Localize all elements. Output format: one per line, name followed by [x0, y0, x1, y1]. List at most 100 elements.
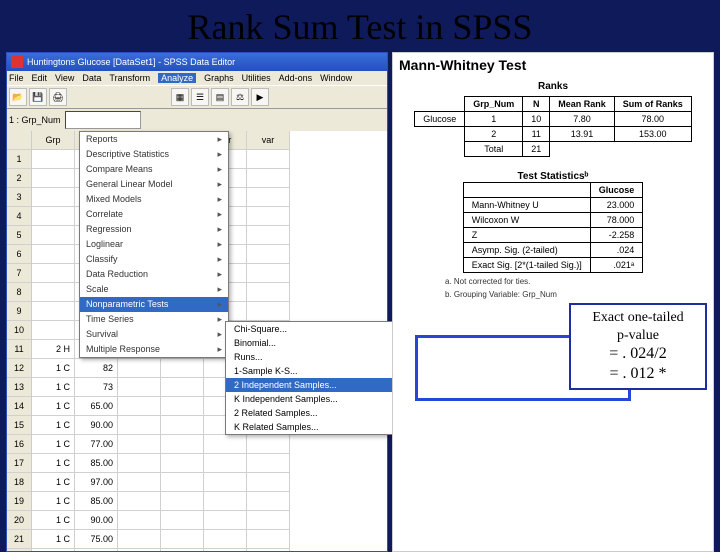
cell[interactable]: [32, 321, 74, 340]
cell[interactable]: 77.00: [75, 435, 117, 454]
cell[interactable]: [247, 435, 289, 454]
submenu-item[interactable]: 1-Sample K-S...: [226, 364, 394, 378]
menu-graphs[interactable]: Graphs: [204, 73, 234, 83]
menu-window[interactable]: Window: [320, 73, 352, 83]
cell[interactable]: [118, 378, 160, 397]
menu-edit[interactable]: Edit: [32, 73, 48, 83]
cell[interactable]: [161, 397, 203, 416]
menu-item[interactable]: Descriptive Statistics▸: [80, 147, 228, 162]
menu-item[interactable]: General Linear Model▸: [80, 177, 228, 192]
cell[interactable]: 2 H: [32, 340, 74, 359]
grid-icon[interactable]: ▤: [211, 88, 229, 106]
cell[interactable]: [161, 454, 203, 473]
cell[interactable]: 1 C: [32, 473, 74, 492]
cell[interactable]: [161, 473, 203, 492]
cell[interactable]: 82: [75, 359, 117, 378]
menu-item[interactable]: Survival▸: [80, 327, 228, 342]
cell[interactable]: [118, 435, 160, 454]
cell[interactable]: [247, 207, 289, 226]
cell[interactable]: [118, 511, 160, 530]
menu-item[interactable]: Correlate▸: [80, 207, 228, 222]
menu-item[interactable]: Data Reduction▸: [80, 267, 228, 282]
scale-icon[interactable]: ⚖: [231, 88, 249, 106]
submenu-item[interactable]: Runs...: [226, 350, 394, 364]
menu-data[interactable]: Data: [82, 73, 101, 83]
menu-item[interactable]: Scale▸: [80, 282, 228, 297]
open-icon[interactable]: 📂: [9, 88, 27, 106]
menu-view[interactable]: View: [55, 73, 74, 83]
cell[interactable]: [118, 416, 160, 435]
menu-item[interactable]: Regression▸: [80, 222, 228, 237]
cell-value-input[interactable]: [65, 111, 141, 129]
menu-transform[interactable]: Transform: [109, 73, 150, 83]
chart-icon[interactable]: ▦: [171, 88, 189, 106]
cell[interactable]: 97.00: [75, 473, 117, 492]
cell[interactable]: [161, 492, 203, 511]
cell[interactable]: 90.00: [75, 416, 117, 435]
submenu-item[interactable]: K Related Samples...: [226, 420, 394, 434]
cell[interactable]: [247, 188, 289, 207]
cell[interactable]: 85.00: [75, 492, 117, 511]
cell[interactable]: [32, 188, 74, 207]
play-icon[interactable]: ▶: [251, 88, 269, 106]
column-header[interactable]: Grp: [32, 131, 74, 150]
cell[interactable]: [161, 416, 203, 435]
menu-utilities[interactable]: Utilities: [242, 73, 271, 83]
cell[interactable]: 1 C: [32, 435, 74, 454]
menu-item[interactable]: Nonparametric Tests▸: [80, 297, 228, 312]
cell[interactable]: 1 C: [32, 454, 74, 473]
cell[interactable]: [161, 359, 203, 378]
cell[interactable]: 65.00: [75, 397, 117, 416]
cell[interactable]: 1 C: [32, 492, 74, 511]
cell[interactable]: [247, 492, 289, 511]
cell[interactable]: [204, 473, 246, 492]
submenu-item[interactable]: 2 Independent Samples...: [226, 378, 394, 392]
menu-item[interactable]: Classify▸: [80, 252, 228, 267]
cell[interactable]: 1 C: [32, 359, 74, 378]
cell[interactable]: 1 C: [32, 378, 74, 397]
submenu-item[interactable]: Binomial...: [226, 336, 394, 350]
cell[interactable]: [32, 264, 74, 283]
menu-item[interactable]: Loglinear▸: [80, 237, 228, 252]
cell[interactable]: [247, 302, 289, 321]
cell[interactable]: [247, 473, 289, 492]
cell[interactable]: [247, 264, 289, 283]
cell[interactable]: [247, 454, 289, 473]
cell[interactable]: 1 C: [32, 416, 74, 435]
cell[interactable]: [118, 397, 160, 416]
menu-item[interactable]: Multiple Response▸: [80, 342, 228, 357]
menu-item[interactable]: Time Series▸: [80, 312, 228, 327]
menu-file[interactable]: File: [9, 73, 24, 83]
bars-icon[interactable]: ☰: [191, 88, 209, 106]
menu-item[interactable]: Mixed Models▸: [80, 192, 228, 207]
cell[interactable]: [204, 454, 246, 473]
submenu-item[interactable]: 2 Related Samples...: [226, 406, 394, 420]
cell[interactable]: [247, 226, 289, 245]
cell[interactable]: [32, 226, 74, 245]
cell[interactable]: [118, 473, 160, 492]
cell[interactable]: [32, 283, 74, 302]
menu-item[interactable]: Compare Means▸: [80, 162, 228, 177]
cell[interactable]: [247, 511, 289, 530]
cell[interactable]: [204, 435, 246, 454]
cell[interactable]: [118, 492, 160, 511]
cell[interactable]: [118, 359, 160, 378]
cell[interactable]: [161, 511, 203, 530]
cell[interactable]: 90.00: [75, 511, 117, 530]
cell[interactable]: [118, 454, 160, 473]
cell[interactable]: [204, 511, 246, 530]
nonparametric-submenu[interactable]: Chi-Square...Binomial...Runs...1-Sample …: [225, 321, 395, 435]
cell[interactable]: [161, 435, 203, 454]
column-header[interactable]: var: [247, 131, 289, 150]
cell[interactable]: [161, 378, 203, 397]
submenu-item[interactable]: Chi-Square...: [226, 322, 394, 336]
cell[interactable]: [247, 245, 289, 264]
cell[interactable]: 1 C: [32, 511, 74, 530]
cell[interactable]: [32, 150, 74, 169]
save-icon[interactable]: 💾: [29, 88, 47, 106]
cell[interactable]: 85.00: [75, 454, 117, 473]
cell[interactable]: [247, 150, 289, 169]
cell[interactable]: 73: [75, 378, 117, 397]
cell[interactable]: [32, 302, 74, 321]
menubar[interactable]: File Edit View Data Transform Analyze Gr…: [7, 71, 387, 85]
